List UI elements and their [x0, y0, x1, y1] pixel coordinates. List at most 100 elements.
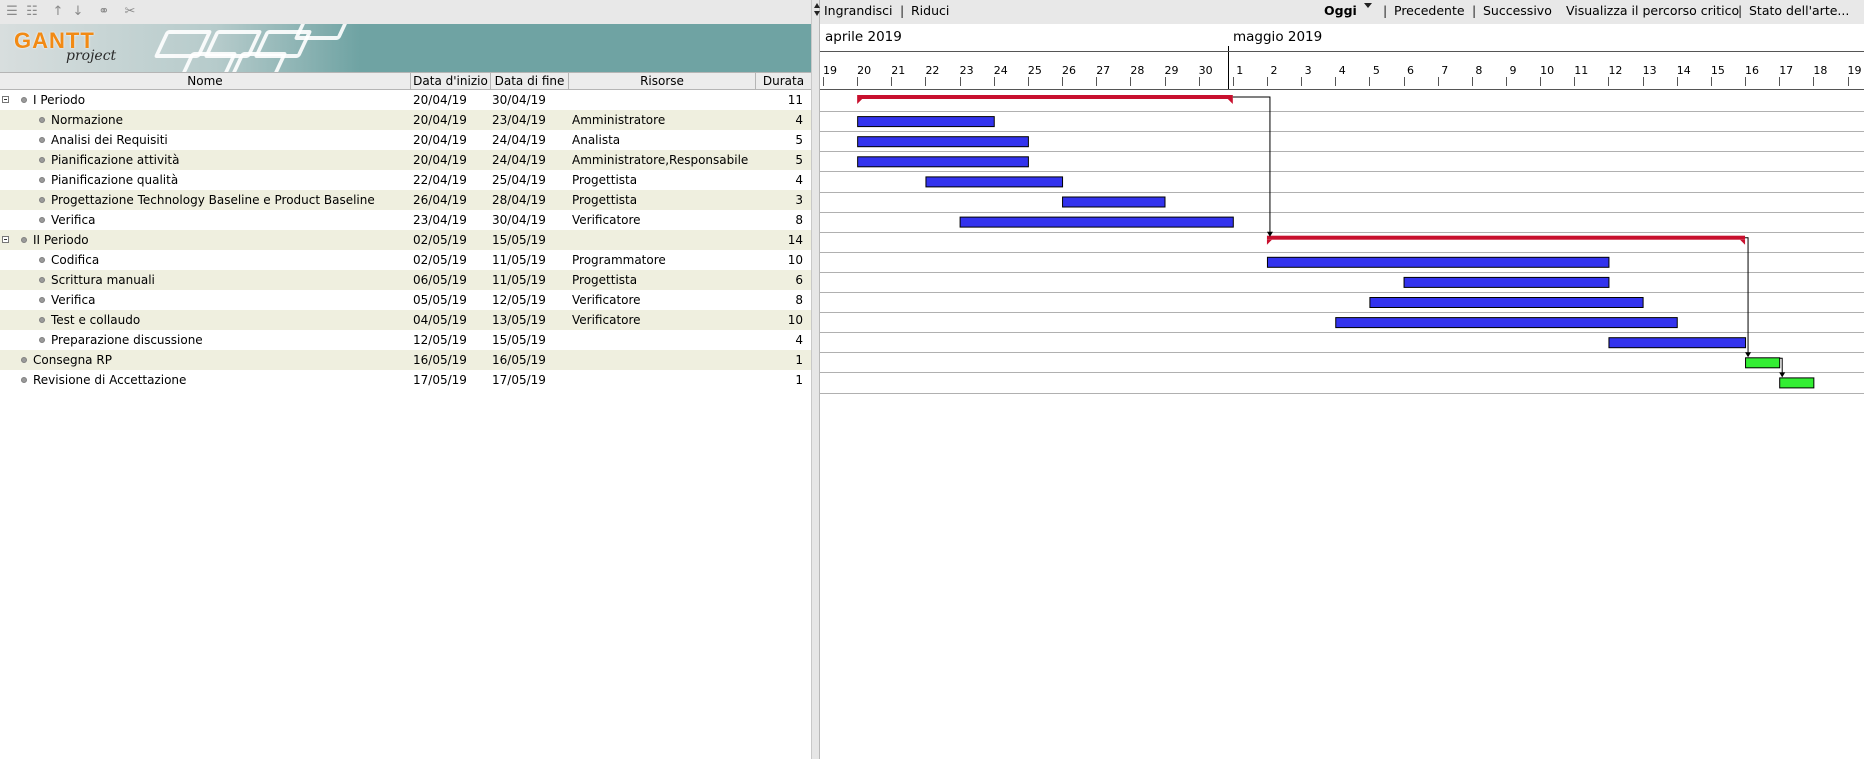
column-header-duration[interactable]: Durata [756, 73, 811, 89]
task-end-cell[interactable]: 13/05/19 [492, 310, 568, 330]
task-duration-cell[interactable]: 6 [758, 270, 803, 290]
task-duration-cell[interactable]: 10 [758, 250, 803, 270]
indent-icon[interactable]: ☰ [4, 4, 20, 20]
task-start-cell[interactable]: 05/05/19 [413, 290, 491, 310]
summary-bar[interactable] [1266, 235, 1746, 240]
task-start-cell[interactable]: 04/05/19 [413, 310, 491, 330]
milestone-bar[interactable] [1779, 377, 1815, 389]
task-duration-cell[interactable]: 4 [758, 110, 803, 130]
task-name-cell[interactable]: Consegna RP [0, 350, 410, 370]
task-start-cell[interactable]: 17/05/19 [413, 370, 491, 390]
task-start-cell[interactable]: 20/04/19 [413, 110, 491, 130]
table-row[interactable]: Revisione di Accettazione 17/05/19 17/05/1… [0, 370, 811, 390]
task-duration-cell[interactable]: 10 [758, 310, 803, 330]
task-bar[interactable] [857, 136, 1029, 148]
zoom-out-button[interactable]: Riduci [911, 3, 949, 18]
unlink-icon[interactable]: ✂ [122, 4, 138, 20]
task-end-cell[interactable]: 15/05/19 [492, 230, 568, 250]
task-resources-cell[interactable]: Programmatore [572, 250, 758, 270]
task-name-cell[interactable]: Codifica [0, 250, 410, 270]
next-button[interactable]: Successivo [1483, 3, 1552, 18]
task-start-cell[interactable]: 20/04/19 [413, 130, 491, 150]
table-row[interactable]: Consegna RP 16/05/19 16/05/19 1 [0, 350, 811, 370]
summary-bar[interactable] [857, 95, 1233, 99]
task-end-cell[interactable]: 23/04/19 [492, 110, 568, 130]
task-end-cell[interactable]: 28/04/19 [492, 190, 568, 210]
task-resources-cell[interactable] [572, 90, 758, 110]
table-row[interactable]: Test e collaudo 04/05/19 13/05/19 Verificat… [0, 310, 811, 330]
task-resources-cell[interactable] [572, 350, 758, 370]
task-resources-cell[interactable]: Analista [572, 130, 758, 150]
task-end-cell[interactable]: 25/04/19 [492, 170, 568, 190]
task-name-cell[interactable]: Verifica [0, 290, 410, 310]
task-bar[interactable] [959, 216, 1234, 228]
task-bar[interactable] [1266, 256, 1610, 268]
task-start-cell[interactable]: 02/05/19 [413, 250, 491, 270]
task-duration-cell[interactable]: 8 [758, 210, 803, 230]
table-row[interactable]: Verifica 05/05/19 12/05/19 Verificatore 8 [0, 290, 811, 310]
task-duration-cell[interactable]: 14 [758, 230, 803, 250]
task-resources-cell[interactable] [572, 330, 758, 350]
task-name-cell[interactable]: Pianificazione qualità [0, 170, 410, 190]
task-end-cell[interactable]: 15/05/19 [492, 330, 568, 350]
task-name-cell[interactable]: I Periodo [0, 90, 410, 110]
table-row[interactable]: Pianificazione attività 20/04/19 24/04/19 A… [0, 150, 811, 170]
task-end-cell[interactable]: 16/05/19 [492, 350, 568, 370]
task-end-cell[interactable]: 11/05/19 [492, 270, 568, 290]
previous-button[interactable]: Precedente [1394, 3, 1465, 18]
task-resources-cell[interactable]: Progettista [572, 170, 758, 190]
today-button[interactable]: Oggi [1324, 3, 1357, 18]
task-start-cell[interactable]: 20/04/19 [413, 90, 491, 110]
task-bar[interactable] [1403, 276, 1610, 288]
table-row[interactable]: I Periodo 20/04/19 30/04/19 11 [0, 90, 811, 110]
task-resources-cell[interactable]: Verificatore [572, 290, 758, 310]
task-bar[interactable] [1062, 196, 1166, 208]
table-row[interactable]: Analisi dei Requisiti 20/04/19 24/04/19 Ana… [0, 130, 811, 150]
task-end-cell[interactable]: 30/04/19 [492, 210, 568, 230]
task-duration-cell[interactable]: 5 [758, 130, 803, 150]
task-start-cell[interactable]: 26/04/19 [413, 190, 491, 210]
table-row[interactable]: Preparazione discussione 12/05/19 15/05/19… [0, 330, 811, 350]
column-header-name[interactable]: Nome [0, 73, 411, 89]
task-start-cell[interactable]: 12/05/19 [413, 330, 491, 350]
task-end-cell[interactable]: 17/05/19 [492, 370, 568, 390]
task-end-cell[interactable]: 11/05/19 [492, 250, 568, 270]
task-resources-cell[interactable]: Verificatore [572, 310, 758, 330]
column-header-end[interactable]: Data di fine [491, 73, 569, 89]
task-name-cell[interactable]: Revisione di Accettazione [0, 370, 410, 390]
task-start-cell[interactable]: 06/05/19 [413, 270, 491, 290]
outdent-icon[interactable]: ☷ [24, 4, 40, 20]
task-name-cell[interactable]: Scrittura manuali [0, 270, 410, 290]
task-name-cell[interactable]: Analisi dei Requisiti [0, 130, 410, 150]
task-bar[interactable] [857, 116, 995, 128]
task-bar[interactable] [1369, 297, 1644, 308]
task-start-cell[interactable]: 16/05/19 [413, 350, 491, 370]
milestone-bar[interactable] [1745, 357, 1781, 369]
task-end-cell[interactable]: 24/04/19 [492, 130, 568, 150]
baseline-button[interactable]: Stato dell'arte... [1749, 3, 1849, 18]
table-row[interactable]: Normazione 20/04/19 23/04/19 Amministratore… [0, 110, 811, 130]
task-bar[interactable] [925, 176, 1064, 188]
panel-splitter[interactable] [811, 0, 820, 759]
task-duration-cell[interactable]: 4 [758, 170, 803, 190]
task-end-cell[interactable]: 30/04/19 [492, 90, 568, 110]
table-row[interactable]: Codifica 02/05/19 11/05/19 Programmatore 10 [0, 250, 811, 270]
task-name-cell[interactable]: Normazione [0, 110, 410, 130]
task-duration-cell[interactable]: 4 [758, 330, 803, 350]
task-start-cell[interactable]: 23/04/19 [413, 210, 491, 230]
task-name-cell[interactable]: Preparazione discussione [0, 330, 410, 350]
task-duration-cell[interactable]: 5 [758, 150, 803, 170]
task-resources-cell[interactable]: Progettista [572, 190, 758, 210]
move-up-icon[interactable]: ↑ [50, 4, 66, 20]
task-duration-cell[interactable]: 11 [758, 90, 803, 110]
task-resources-cell[interactable]: Amministratore [572, 110, 758, 130]
task-resources-cell[interactable]: Amministratore,Responsabile [572, 150, 758, 170]
table-row[interactable]: Scrittura manuali 06/05/19 11/05/19 Progett… [0, 270, 811, 290]
task-name-cell[interactable]: Pianificazione attività [0, 150, 410, 170]
task-duration-cell[interactable]: 1 [758, 370, 803, 390]
task-name-cell[interactable]: Verifica [0, 210, 410, 230]
task-name-cell[interactable]: Progettazione Technology Baseline e Prod… [0, 190, 410, 210]
column-header-resources[interactable]: Risorse [569, 73, 756, 89]
table-row[interactable]: Verifica 23/04/19 30/04/19 Verificatore 8 [0, 210, 811, 230]
task-name-cell[interactable]: Test e collaudo [0, 310, 410, 330]
